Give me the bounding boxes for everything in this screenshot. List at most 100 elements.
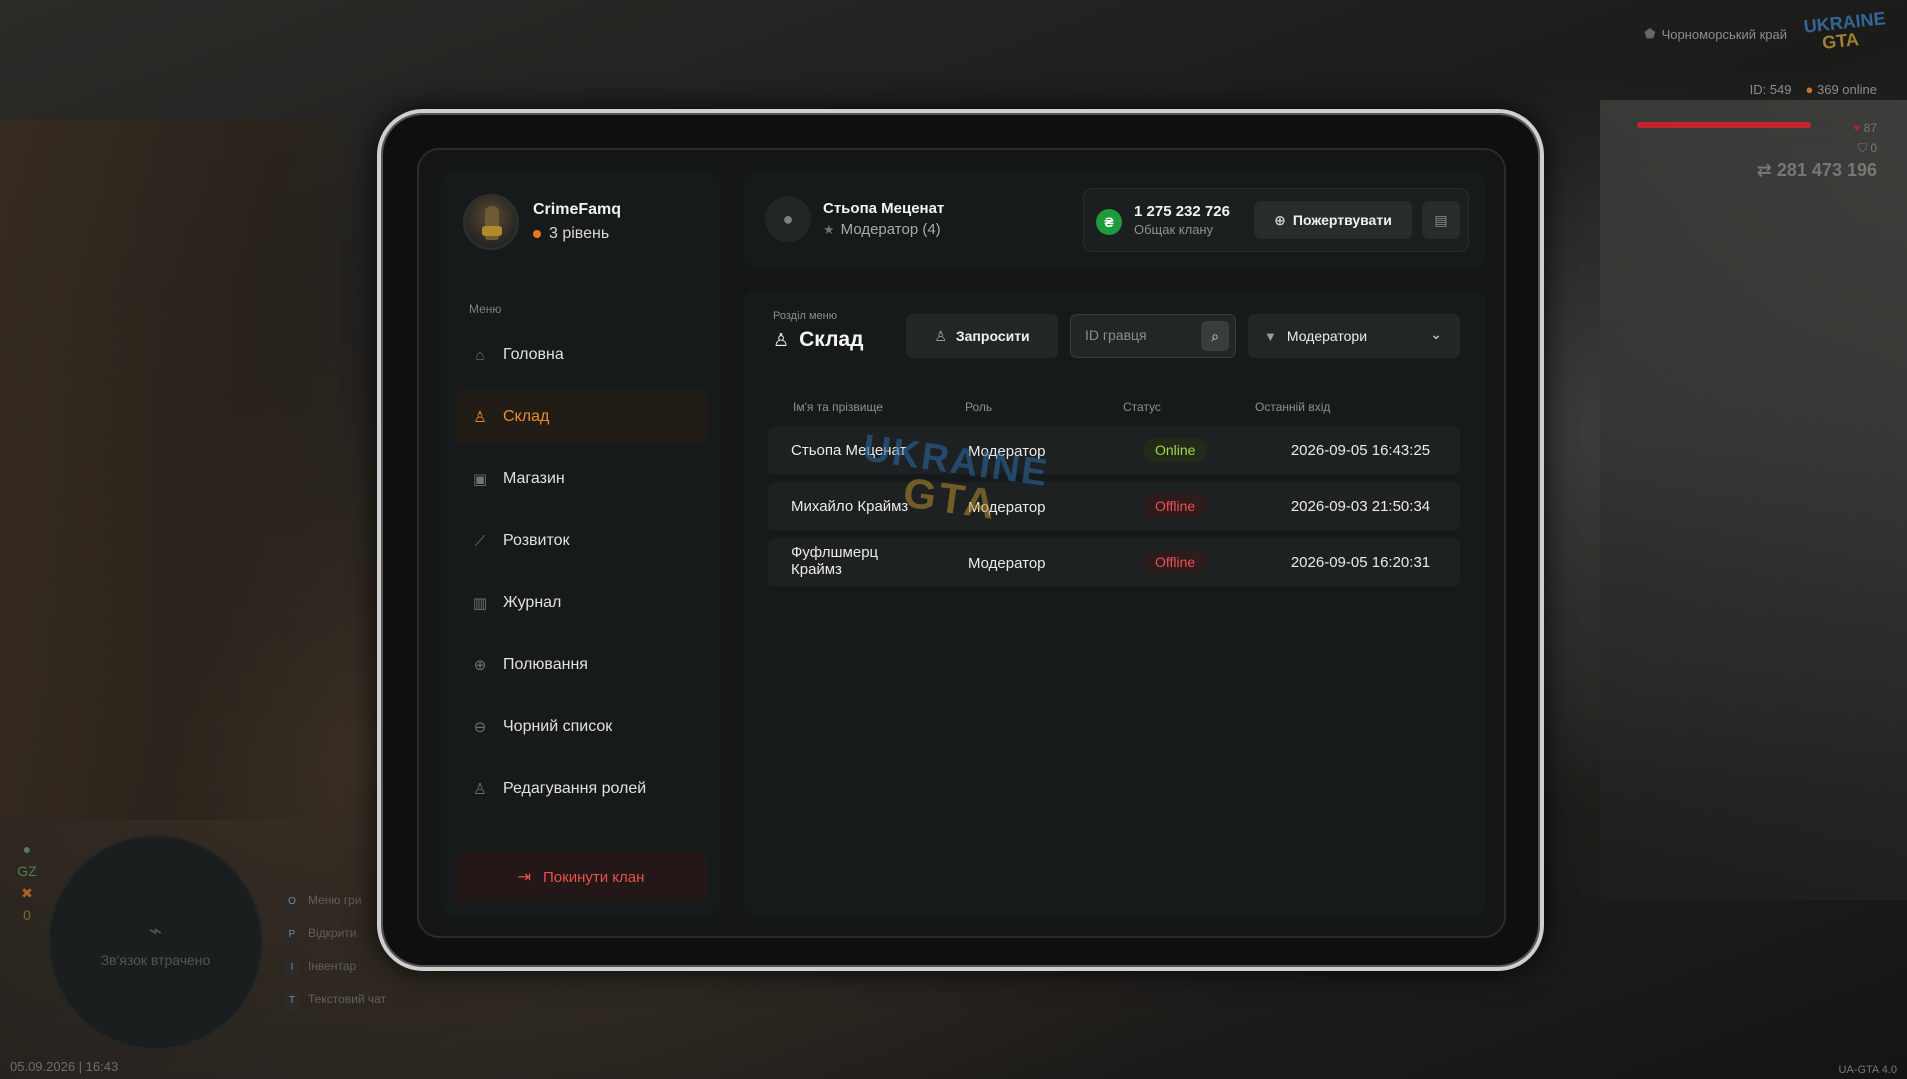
archive-icon: ▤	[1434, 211, 1448, 228]
current-user: ● Стьопа Меценат ★ Модератор (4)	[765, 196, 944, 242]
sidebar-item-journal[interactable]: ▥ Журнал	[455, 577, 707, 629]
minimap-status: Зв'язок втрачено	[100, 951, 211, 968]
sidebar-item-home[interactable]: ⌂ Головна	[455, 329, 707, 381]
level-dot-icon	[533, 230, 541, 238]
hud-bar-values: ♥ 87 ⛉ 0	[1853, 118, 1877, 158]
member-last-login: 2026-09-03 21:50:34	[1290, 498, 1431, 515]
leave-clan-label: Покинути клан	[543, 868, 645, 886]
sidebar-menu: ⌂ Головна ♙ Склад ▣ Магазин ⟋ Розвиток ▥	[455, 329, 707, 825]
hud-logo: UKRAINE GTA	[1803, 8, 1887, 61]
sidebar-item-label: Чорний список	[503, 718, 613, 735]
background-wall-left	[0, 120, 340, 820]
player-search: ⌕	[1070, 314, 1236, 358]
member-role: Модератор	[968, 443, 1046, 460]
sidebar-item-shop[interactable]: ▣ Магазин	[455, 453, 707, 505]
chevron-down-icon: ⌄	[1430, 326, 1442, 342]
region-name: Чорноморський край	[1661, 26, 1787, 42]
sidebar-item-label: Головна	[503, 346, 564, 363]
bank-caption: Общак клану	[1134, 222, 1214, 237]
hud-bars	[1637, 122, 1837, 154]
sidebar-item-role-editing[interactable]: ♙ Редагування ролей	[455, 763, 707, 815]
gz-label: GZ	[17, 863, 37, 879]
members-icon: ♙	[773, 329, 790, 350]
key-badge: I	[284, 960, 300, 976]
wanted-icon: ✖	[21, 885, 33, 901]
sidebar-item-members[interactable]: ♙ Склад	[455, 391, 707, 443]
keybind-label: Інвентар	[308, 959, 357, 973]
money-icon: ⇄	[1756, 160, 1772, 180]
invite-button[interactable]: ♙ Запросити	[906, 314, 1058, 358]
bank-amount: 1 275 232 726	[1134, 203, 1230, 220]
hud-datetime: 05.09.2026 | 16:43	[10, 1059, 119, 1074]
heart-icon: ♥	[1853, 121, 1861, 135]
member-role: Модератор	[968, 499, 1046, 516]
blacklist-icon: ⊖	[473, 719, 487, 736]
no-signal-icon: ⌁	[148, 917, 163, 943]
role-edit-icon: ♙	[473, 781, 487, 798]
clan-level-text: 3 рівень	[549, 225, 610, 242]
avatar-figure-detail	[482, 226, 502, 236]
armor-value: 0	[1870, 141, 1877, 155]
exit-icon: ⇥	[517, 869, 532, 886]
leave-clan-button[interactable]: ⇥ Покинути клан	[455, 852, 707, 902]
donate-button[interactable]: ⊕ Пожертвувати	[1254, 201, 1412, 239]
archive-button[interactable]: ▤	[1422, 201, 1460, 239]
user-role: ★ Модератор (4)	[823, 221, 944, 238]
search-button[interactable]: ⌕	[1201, 321, 1229, 351]
column-name: Ім'я та прізвище	[793, 400, 883, 414]
health-bar-fill	[1637, 122, 1811, 128]
player-id: ID: 549	[1749, 82, 1792, 97]
members-icon: ♙	[473, 409, 487, 426]
member-last-login: 2026-09-05 16:43:25	[1290, 442, 1431, 459]
shop-icon: ▣	[472, 471, 488, 488]
health-value: 87	[1863, 121, 1877, 135]
shield-icon: ⛉	[1857, 141, 1867, 155]
key-badge: O	[284, 894, 300, 910]
user-name: Стьопа Меценат	[823, 200, 945, 217]
keybind-label: Текстовий чат	[308, 992, 387, 1006]
member-name: Стьопа Меценат	[791, 442, 907, 459]
sidebar: CrimeFamq 3 рівень Меню ⌂ Головна ♙ Скла…	[441, 172, 721, 916]
sidebar-item-label: Полювання	[503, 656, 588, 673]
crosshair-icon: ⊕	[473, 657, 487, 674]
table-row[interactable]: Михайло Краймз Модератор Offline 2026-09…	[768, 482, 1460, 530]
role-filter-value: Модератори	[1286, 328, 1368, 344]
hud-stats: ID: 549 ● 369 online	[1750, 82, 1877, 97]
role-filter-dropdown[interactable]: ▼ Модератори ⌄	[1248, 314, 1460, 358]
key-badge: P	[284, 927, 300, 943]
search-icon: ⌕	[1211, 327, 1219, 344]
hryvnia-icon: ₴	[1096, 209, 1122, 235]
wanted-count: 0	[23, 907, 31, 923]
hud-version: UA-GTA 4.0	[1838, 1064, 1897, 1076]
clan-bank: ₴ 1 275 232 726 Общак клану ⊕ Пожертвува…	[1083, 188, 1469, 252]
keybind-item: I Інвентар	[284, 950, 386, 983]
key-badge: T	[284, 993, 300, 1009]
journal-icon: ▥	[472, 595, 488, 612]
sidebar-item-blacklist[interactable]: ⊖ Чорний список	[455, 701, 707, 753]
health-bar	[1637, 122, 1837, 128]
status-badge: Offline	[1143, 494, 1208, 518]
add-user-icon: ♙	[934, 327, 947, 344]
hud-keybinds: O Меню гри P Відкрити I Інвентар T Текстовий…	[284, 884, 386, 1016]
member-last-login: 2026-09-05 16:20:31	[1290, 554, 1431, 571]
keybind-item: T Текстовий чат	[284, 983, 386, 1016]
tablet-frame: CrimeFamq 3 рівень Меню ⌂ Головна ♙ Скла…	[377, 109, 1544, 971]
member-name: Фуфлшмерц Краймз	[791, 544, 879, 578]
members-panel: Розділ меню ♙ Склад ♙ Запросити ⌕ ▼ Моде…	[743, 290, 1486, 916]
table-row[interactable]: Фуфлшмерц Краймз Модератор Offline 2026-…	[768, 538, 1460, 586]
armor-bar	[1637, 138, 1837, 144]
section-caption: Розділ меню	[773, 310, 837, 322]
sidebar-item-hunting[interactable]: ⊕ Полювання	[455, 639, 707, 691]
sidebar-item-development[interactable]: ⟋ Розвиток	[455, 515, 707, 567]
home-icon: ⌂	[475, 346, 485, 364]
table-row[interactable]: Стьопа Меценат Модератор Online 2026-09-…	[768, 426, 1460, 474]
player-id-input[interactable]	[1085, 327, 1195, 343]
keybind-label: Відкрити	[308, 926, 357, 940]
minimap: ⌁ Зв'язок втрачено	[48, 835, 263, 1050]
donate-label: Пожертвувати	[1292, 212, 1392, 228]
sidebar-item-label: Склад	[503, 408, 550, 425]
clan-avatar	[463, 194, 519, 250]
status-badge: Online	[1143, 438, 1208, 462]
filter-icon: ▼	[1264, 328, 1277, 344]
online-count: ● 369 online	[1806, 82, 1877, 97]
